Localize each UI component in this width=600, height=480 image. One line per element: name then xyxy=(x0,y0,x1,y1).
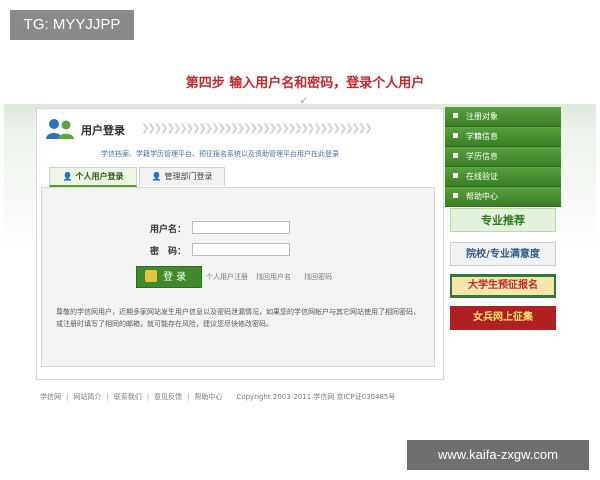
password-input[interactable] xyxy=(192,243,290,256)
login-form: 用户名： 密 码： 登 录 个人用户注册 找回用户名 找回密码 尊敬的学信网用户… xyxy=(41,187,435,367)
sidebar-item-help-center[interactable]: 帮助中心 xyxy=(445,187,561,207)
sidebar-item-label: 在线验证 xyxy=(466,172,498,181)
sidebar-item-register-target[interactable]: 注册对象 xyxy=(445,107,561,127)
banner-student-conscription[interactable]: 大学生预征报名 xyxy=(450,274,556,298)
find-username-link[interactable]: 找回用户名 xyxy=(256,272,291,282)
password-label: 密 码： xyxy=(150,247,187,257)
banner-satisfaction-text: 院校/专业满意度 xyxy=(466,249,540,260)
sidebar-item-label: 学籍信息 xyxy=(466,132,498,141)
key-icon xyxy=(145,270,157,282)
users-icon xyxy=(46,119,74,139)
page-footer: 学信网 | 网站简介 | 联系我们 | 意见反馈 | 帮助中心 Copyright 2003-20… xyxy=(40,393,396,401)
tab-personal-label: 个人用户登录 xyxy=(75,172,124,181)
sidebar-item-degree-info[interactable]: 学历信息 xyxy=(445,147,561,167)
chevron-decoration-icon: ❯❯❯❯❯❯❯❯❯❯❯❯❯❯❯❯❯❯❯❯❯❯❯❯❯❯❯❯❯❯❯❯❯❯❯❯ xyxy=(141,123,373,134)
username-input[interactable] xyxy=(192,221,290,234)
site-watermark: www.kaifa-zxgw.com xyxy=(407,440,589,470)
login-tabs: 👤 个人用户登录 👤 管理部门登录 xyxy=(49,167,439,187)
sidebar-item-online-verify[interactable]: 在线验证 xyxy=(445,167,561,187)
copyright-text: Copyright 2003-2011 学信网 京ICP证030485号 xyxy=(236,393,396,401)
sidebar-item-label: 帮助中心 xyxy=(466,192,498,201)
bullet-icon xyxy=(453,153,458,158)
banner-student-conscription-text: 大学生预征报名 xyxy=(452,277,554,295)
tab-admin-label: 管理部门登录 xyxy=(164,172,213,181)
tab-personal-login[interactable]: 👤 个人用户登录 xyxy=(49,167,137,187)
sidebar-item-label: 学历信息 xyxy=(466,152,498,161)
bullet-icon xyxy=(453,193,458,198)
footer-link-about[interactable]: 网站简介 xyxy=(73,393,101,401)
footer-link-feedback[interactable]: 意见反馈 xyxy=(154,393,182,401)
tab-admin-login[interactable]: 👤 管理部门登录 xyxy=(139,167,225,186)
banner-major-recommend-text: 专业推荐 xyxy=(481,214,525,227)
step-instruction: 第四步 输入用户名和密码，登录个人用户 xyxy=(185,76,425,91)
banner-major-recommend[interactable]: 专业推荐 xyxy=(450,208,556,232)
tg-label-badge: TG: MYYJJPP xyxy=(10,10,134,40)
bullet-icon xyxy=(453,133,458,138)
admin-icon: 👤 xyxy=(151,172,162,181)
sidebar-item-enrollment-info[interactable]: 学籍信息 xyxy=(445,127,561,147)
bullet-icon xyxy=(453,113,458,118)
banner-satisfaction[interactable]: 院校/专业满意度 xyxy=(450,242,556,266)
username-label: 用户名： xyxy=(150,225,187,235)
person-icon: 👤 xyxy=(62,172,73,181)
bullet-icon xyxy=(453,173,458,178)
login-panel: 用户登录 ❯❯❯❯❯❯❯❯❯❯❯❯❯❯❯❯❯❯❯❯❯❯❯❯❯❯❯❯❯❯❯❯❯❯❯… xyxy=(36,108,444,380)
banner-female-soldier-text: 女兵网上征集 xyxy=(473,312,533,323)
sidebar-item-label: 注册对象 xyxy=(466,112,498,121)
login-button[interactable]: 登 录 xyxy=(136,266,202,288)
find-password-link[interactable]: 找回密码 xyxy=(304,272,332,282)
login-description: 学信档案、学籍学历管理平台、预征报名系统以及资助管理平台用户在此登录 xyxy=(101,150,339,158)
banner-female-soldier[interactable]: 女兵网上征集 xyxy=(450,306,556,330)
register-link[interactable]: 个人用户注册 xyxy=(206,272,248,282)
login-title-row: 用户登录 ❯❯❯❯❯❯❯❯❯❯❯❯❯❯❯❯❯❯❯❯❯❯❯❯❯❯❯❯❯❯❯❯❯❯❯… xyxy=(45,117,435,141)
login-title: 用户登录 xyxy=(81,124,125,137)
login-button-label: 登 录 xyxy=(163,272,187,283)
security-notice: 尊敬的学信网用户，近期多家网站发生用户信息以及密码泄漏情况，如果您的学信网帐户与… xyxy=(56,308,420,328)
sidebar-menu: 注册对象 学籍信息 学历信息 在线验证 帮助中心 xyxy=(445,107,561,207)
footer-link-home[interactable]: 学信网 xyxy=(40,393,61,401)
footer-link-contact[interactable]: 联系我们 xyxy=(114,393,142,401)
footer-link-help[interactable]: 帮助中心 xyxy=(194,393,222,401)
